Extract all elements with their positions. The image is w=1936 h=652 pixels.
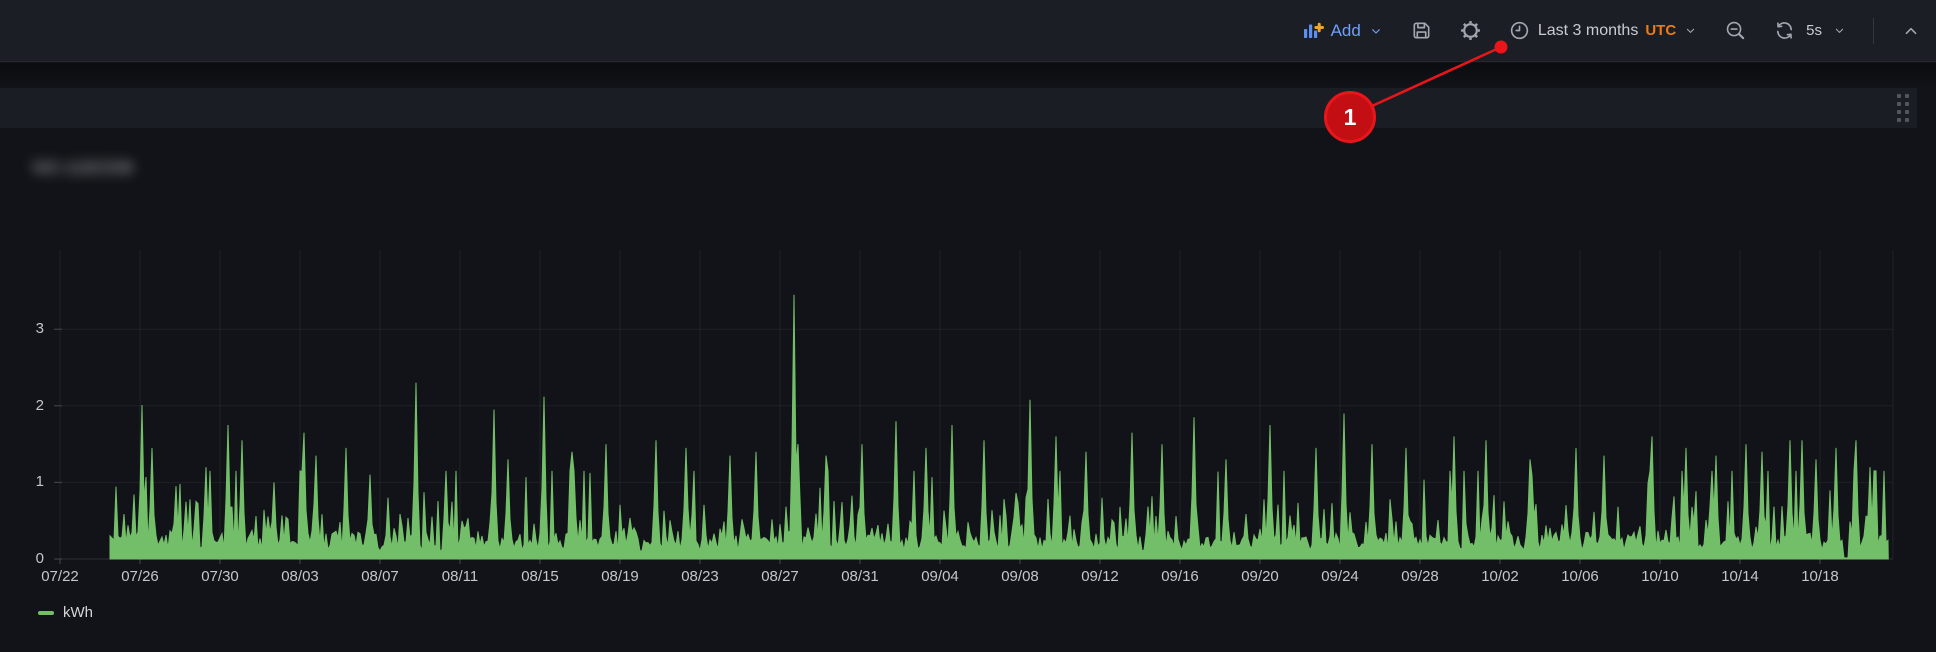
- x-axis-tick-label: 09/20: [1230, 567, 1290, 587]
- kwh-time-series-chart[interactable]: [0, 0, 1936, 652]
- dashboard-toolbar: Add: [0, 0, 1936, 62]
- grafana-dashboard: Add: [0, 0, 1936, 652]
- zoom-out-icon: [1724, 19, 1747, 42]
- x-axis-tick-label: 07/22: [30, 567, 90, 587]
- x-axis-tick-label: 08/11: [430, 567, 490, 587]
- x-axis-tick-label: 07/30: [190, 567, 250, 587]
- legend-swatch: [38, 611, 54, 615]
- save-dashboard-button[interactable]: [1410, 19, 1433, 42]
- x-axis-tick-label: 09/12: [1070, 567, 1130, 587]
- x-axis-tick-label: 10/10: [1630, 567, 1690, 587]
- add-panel-icon: [1302, 20, 1324, 42]
- x-axis-tick-label: 08/03: [270, 567, 330, 587]
- clock-icon: [1508, 19, 1531, 42]
- y-axis-tick-label: 0: [10, 549, 44, 569]
- x-axis-tick-label: 08/31: [830, 567, 890, 587]
- time-range-label: Last 3 months: [1538, 22, 1639, 40]
- save-icon: [1410, 19, 1433, 42]
- x-axis-tick-label: 08/19: [590, 567, 650, 587]
- time-range-picker[interactable]: Last 3 months UTC: [1508, 19, 1698, 42]
- chevron-down-icon: [1683, 23, 1698, 38]
- x-axis-tick-label: 09/04: [910, 567, 970, 587]
- chevron-down-icon: [1368, 23, 1384, 39]
- x-axis-tick-label: 07/26: [110, 567, 170, 587]
- y-axis-tick-label: 3: [10, 319, 44, 339]
- toolbar-divider: [1873, 18, 1874, 44]
- legend-label: kWh: [63, 604, 93, 621]
- refresh-controls: 5s: [1773, 19, 1847, 42]
- x-axis-tick-label: 08/15: [510, 567, 570, 587]
- x-axis-tick-label: 08/27: [750, 567, 810, 587]
- x-axis-tick-label: 09/24: [1310, 567, 1370, 587]
- x-axis-tick-label: 09/28: [1390, 567, 1450, 587]
- kwh-area-series: [110, 295, 1888, 559]
- x-axis-tick-label: 08/07: [350, 567, 410, 587]
- add-panel-button[interactable]: Add: [1302, 20, 1384, 42]
- x-axis-tick-label: 10/06: [1550, 567, 1610, 587]
- x-axis-tick-label: 09/16: [1150, 567, 1210, 587]
- y-axis-tick-label: 1: [10, 472, 44, 492]
- legend-item-kwh[interactable]: kWh: [38, 604, 93, 621]
- y-axis-tick-label: 2: [10, 396, 44, 416]
- x-axis-tick-label: 08/23: [670, 567, 730, 587]
- refresh-button[interactable]: [1773, 19, 1796, 42]
- zoom-out-button[interactable]: [1724, 19, 1747, 42]
- chevron-up-icon: [1900, 20, 1922, 42]
- dashboard-settings-button[interactable]: [1459, 19, 1482, 42]
- add-panel-label: Add: [1331, 21, 1361, 41]
- gear-icon: [1459, 19, 1482, 42]
- timezone-label: UTC: [1645, 22, 1676, 39]
- collapse-toolbar-button[interactable]: [1900, 20, 1922, 42]
- x-axis-tick-label: 10/02: [1470, 567, 1530, 587]
- refresh-interval-value[interactable]: 5s: [1806, 22, 1822, 39]
- x-axis-tick-label: 09/08: [990, 567, 1050, 587]
- x-axis-tick-label: 10/14: [1710, 567, 1770, 587]
- chevron-down-icon[interactable]: [1832, 23, 1847, 38]
- x-axis-tick-label: 10/18: [1790, 567, 1850, 587]
